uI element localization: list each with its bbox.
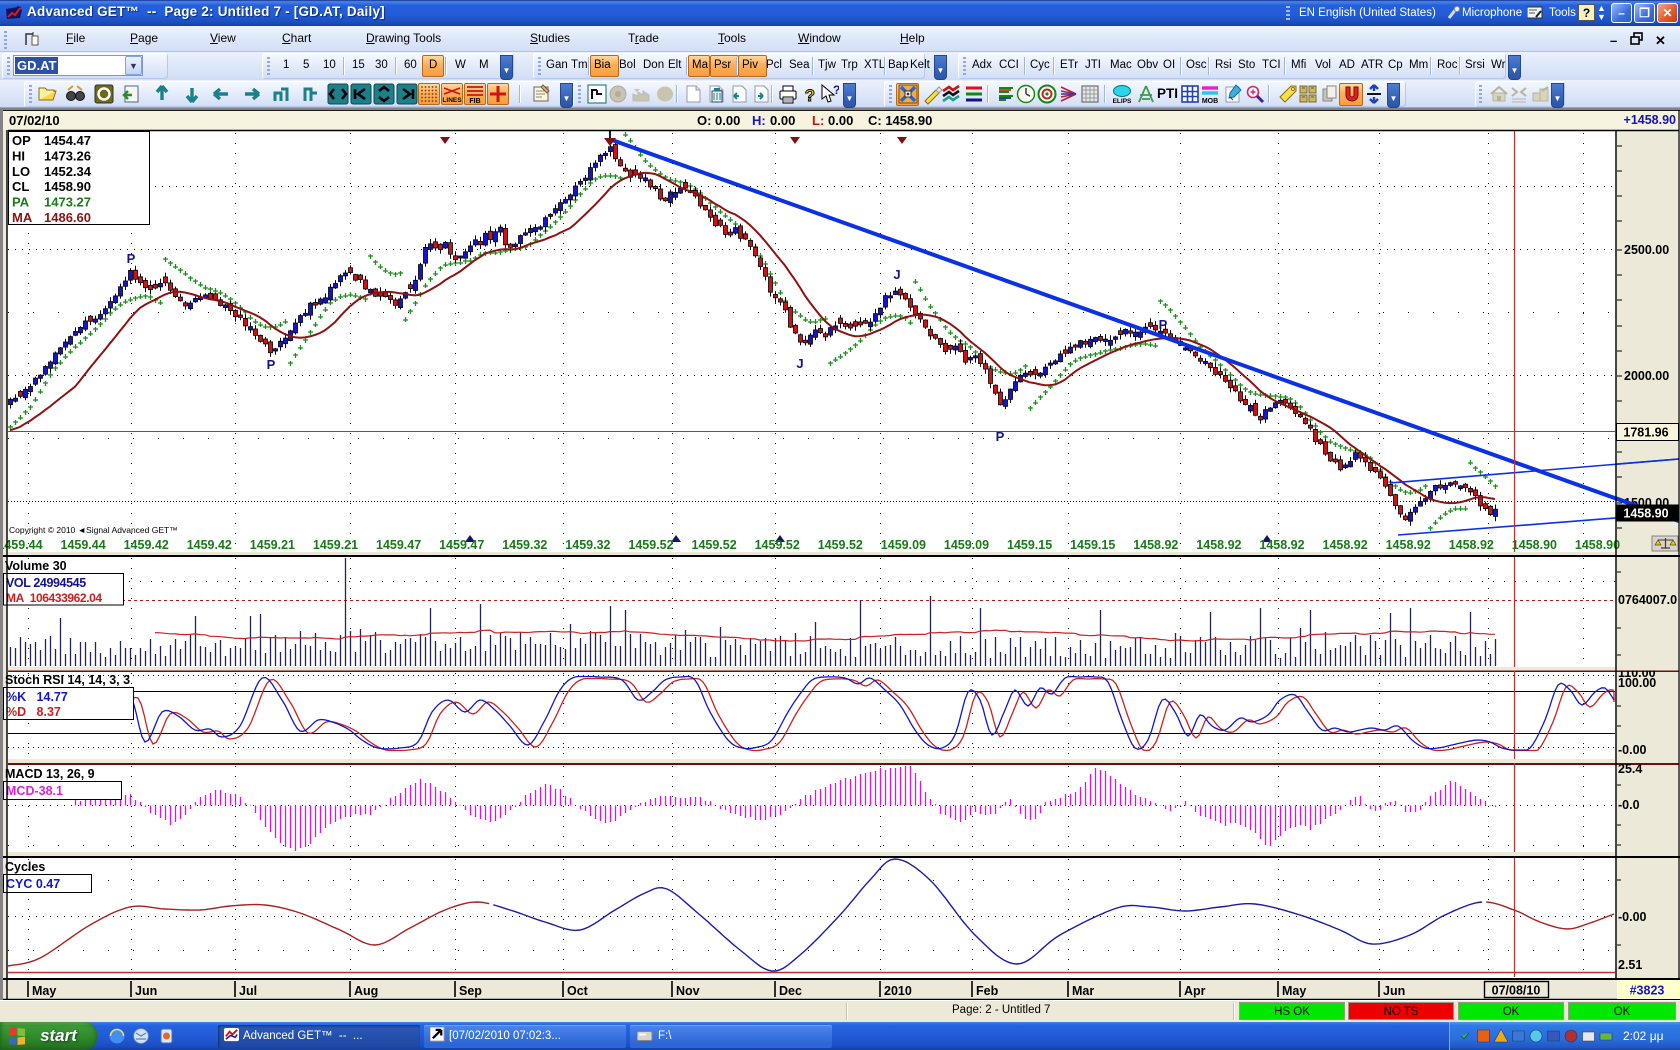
svg-text:P: P bbox=[127, 251, 136, 266]
svg-text:1454.47: 1454.47 bbox=[44, 133, 91, 148]
svg-text:1459.42: 1459.42 bbox=[124, 538, 169, 552]
svg-text:Apr: Apr bbox=[1184, 984, 1206, 998]
svg-text:MA 106433962.04: MA 106433962.04 bbox=[6, 591, 102, 605]
svg-text:HI: HI bbox=[12, 148, 25, 163]
svg-text:Cycles: Cycles bbox=[5, 860, 45, 874]
svg-text:P: P bbox=[1159, 317, 1168, 332]
svg-text:1458.90: 1458.90 bbox=[1623, 507, 1668, 521]
svg-text:Jun: Jun bbox=[135, 984, 157, 998]
svg-text:1459.21: 1459.21 bbox=[313, 538, 358, 552]
svg-text:Feb: Feb bbox=[976, 984, 999, 998]
svg-text:1458.92: 1458.92 bbox=[1259, 538, 1304, 552]
svg-text:May: May bbox=[1282, 984, 1306, 998]
svg-text:-0.0: -0.0 bbox=[1618, 798, 1640, 812]
svg-text:PA: PA bbox=[12, 195, 30, 210]
svg-text:VOL 24994545: VOL 24994545 bbox=[6, 576, 86, 590]
svg-text:LO: LO bbox=[12, 164, 30, 179]
svg-text:1459.32: 1459.32 bbox=[565, 538, 610, 552]
svg-text:100.00: 100.00 bbox=[1618, 676, 1656, 690]
svg-text:#3823: #3823 bbox=[1630, 984, 1665, 998]
svg-text:OP: OP bbox=[12, 133, 31, 148]
svg-text:1459.52: 1459.52 bbox=[692, 538, 737, 552]
svg-text:1459.32: 1459.32 bbox=[502, 538, 547, 552]
svg-text:Sep: Sep bbox=[459, 984, 482, 998]
svg-text:07/02/10: 07/02/10 bbox=[9, 113, 60, 128]
svg-text:FIB: FIB bbox=[469, 98, 480, 105]
svg-text:1473.27: 1473.27 bbox=[44, 195, 91, 210]
svg-text:May: May bbox=[32, 984, 56, 998]
svg-text:Mar: Mar bbox=[1072, 984, 1094, 998]
svg-text:Nov: Nov bbox=[676, 984, 700, 998]
svg-text:O: 0.00: O: 0.00 bbox=[697, 113, 740, 128]
svg-text:1459.09: 1459.09 bbox=[944, 538, 989, 552]
svg-text:1458.92: 1458.92 bbox=[1323, 538, 1368, 552]
svg-text:1459.52: 1459.52 bbox=[755, 538, 800, 552]
svg-text:1459.42: 1459.42 bbox=[187, 538, 232, 552]
svg-text:0.00: 0.00 bbox=[828, 113, 853, 128]
svg-text:2500.00: 2500.00 bbox=[1624, 243, 1669, 257]
svg-text:-0.00: -0.00 bbox=[1618, 910, 1647, 924]
svg-text:CYC 0.47: CYC 0.47 bbox=[6, 877, 60, 891]
svg-text:1452.34: 1452.34 bbox=[44, 164, 92, 179]
svg-text:1459.15: 1459.15 bbox=[1007, 538, 1052, 552]
svg-text:MOB: MOB bbox=[1202, 98, 1218, 105]
svg-text:-0.00: -0.00 bbox=[1618, 743, 1647, 757]
svg-text:25.4: 25.4 bbox=[1618, 762, 1642, 776]
svg-text:MCD-38.1: MCD-38.1 bbox=[6, 784, 63, 798]
svg-text:P: P bbox=[267, 357, 276, 372]
svg-text:Aug: Aug bbox=[354, 984, 378, 998]
svg-text:L:: L: bbox=[812, 113, 824, 128]
svg-text:Oct: Oct bbox=[567, 984, 589, 998]
svg-text:P: P bbox=[996, 429, 1005, 444]
svg-text:ELIPS: ELIPS bbox=[1113, 98, 1132, 105]
svg-text:1458.92: 1458.92 bbox=[1196, 538, 1241, 552]
svg-text:1459.15: 1459.15 bbox=[1070, 538, 1115, 552]
svg-text:C: 1458.90: C: 1458.90 bbox=[868, 113, 932, 128]
svg-text:1458.90: 1458.90 bbox=[44, 179, 91, 194]
svg-text:1781.96: 1781.96 bbox=[1623, 426, 1668, 440]
svg-text:MACD 13, 26, 9: MACD 13, 26, 9 bbox=[5, 767, 95, 781]
svg-text:H:: H: bbox=[752, 113, 766, 128]
svg-text:Jul: Jul bbox=[239, 984, 257, 998]
svg-text:?: ? bbox=[805, 86, 815, 105]
svg-text:2010: 2010 bbox=[884, 984, 912, 998]
svg-text:Dec: Dec bbox=[779, 984, 802, 998]
svg-text:%K 14.77: %K 14.77 bbox=[6, 690, 68, 704]
svg-text:J: J bbox=[796, 356, 803, 371]
svg-text:1459.09: 1459.09 bbox=[881, 538, 926, 552]
svg-text:1486.60: 1486.60 bbox=[44, 210, 91, 225]
svg-text:1458.92: 1458.92 bbox=[1386, 538, 1431, 552]
svg-text:07/08/10: 07/08/10 bbox=[1492, 984, 1541, 998]
svg-text:1459.21: 1459.21 bbox=[250, 538, 295, 552]
svg-text:1458.90: 1458.90 bbox=[1575, 538, 1620, 552]
svg-text:Jun: Jun bbox=[1383, 984, 1405, 998]
svg-text:1459.52: 1459.52 bbox=[628, 538, 673, 552]
svg-text:1458.92: 1458.92 bbox=[1449, 538, 1494, 552]
svg-text:1473.26: 1473.26 bbox=[44, 148, 91, 163]
svg-text:Stoch RSI 14, 14, 3, 3: Stoch RSI 14, 14, 3, 3 bbox=[5, 673, 130, 687]
svg-text:CL: CL bbox=[12, 179, 29, 194]
svg-text:0764007.0: 0764007.0 bbox=[1618, 593, 1677, 607]
svg-text:MA: MA bbox=[12, 210, 33, 225]
svg-text:?: ? bbox=[833, 83, 839, 97]
svg-text:1459.44: 1459.44 bbox=[61, 538, 106, 552]
svg-text:2000.00: 2000.00 bbox=[1624, 369, 1669, 383]
svg-text:+1458.90: +1458.90 bbox=[1624, 113, 1677, 127]
svg-text:Volume 30: Volume 30 bbox=[5, 559, 67, 573]
svg-text:%D 8.37: %D 8.37 bbox=[6, 705, 61, 719]
svg-text:1459.47: 1459.47 bbox=[376, 538, 421, 552]
svg-text:1459.47: 1459.47 bbox=[439, 538, 484, 552]
svg-text:0.00: 0.00 bbox=[770, 113, 795, 128]
svg-text:2.51: 2.51 bbox=[1618, 958, 1642, 972]
svg-text:Copyright © 2010 ◄Signal Advan: Copyright © 2010 ◄Signal Advanced GET™ bbox=[9, 525, 178, 535]
svg-text:1458.90: 1458.90 bbox=[1512, 538, 1557, 552]
svg-text:J: J bbox=[893, 267, 900, 282]
svg-text:1459.52: 1459.52 bbox=[818, 538, 863, 552]
svg-text:1458.92: 1458.92 bbox=[1133, 538, 1178, 552]
svg-text:LINES: LINES bbox=[442, 97, 462, 104]
